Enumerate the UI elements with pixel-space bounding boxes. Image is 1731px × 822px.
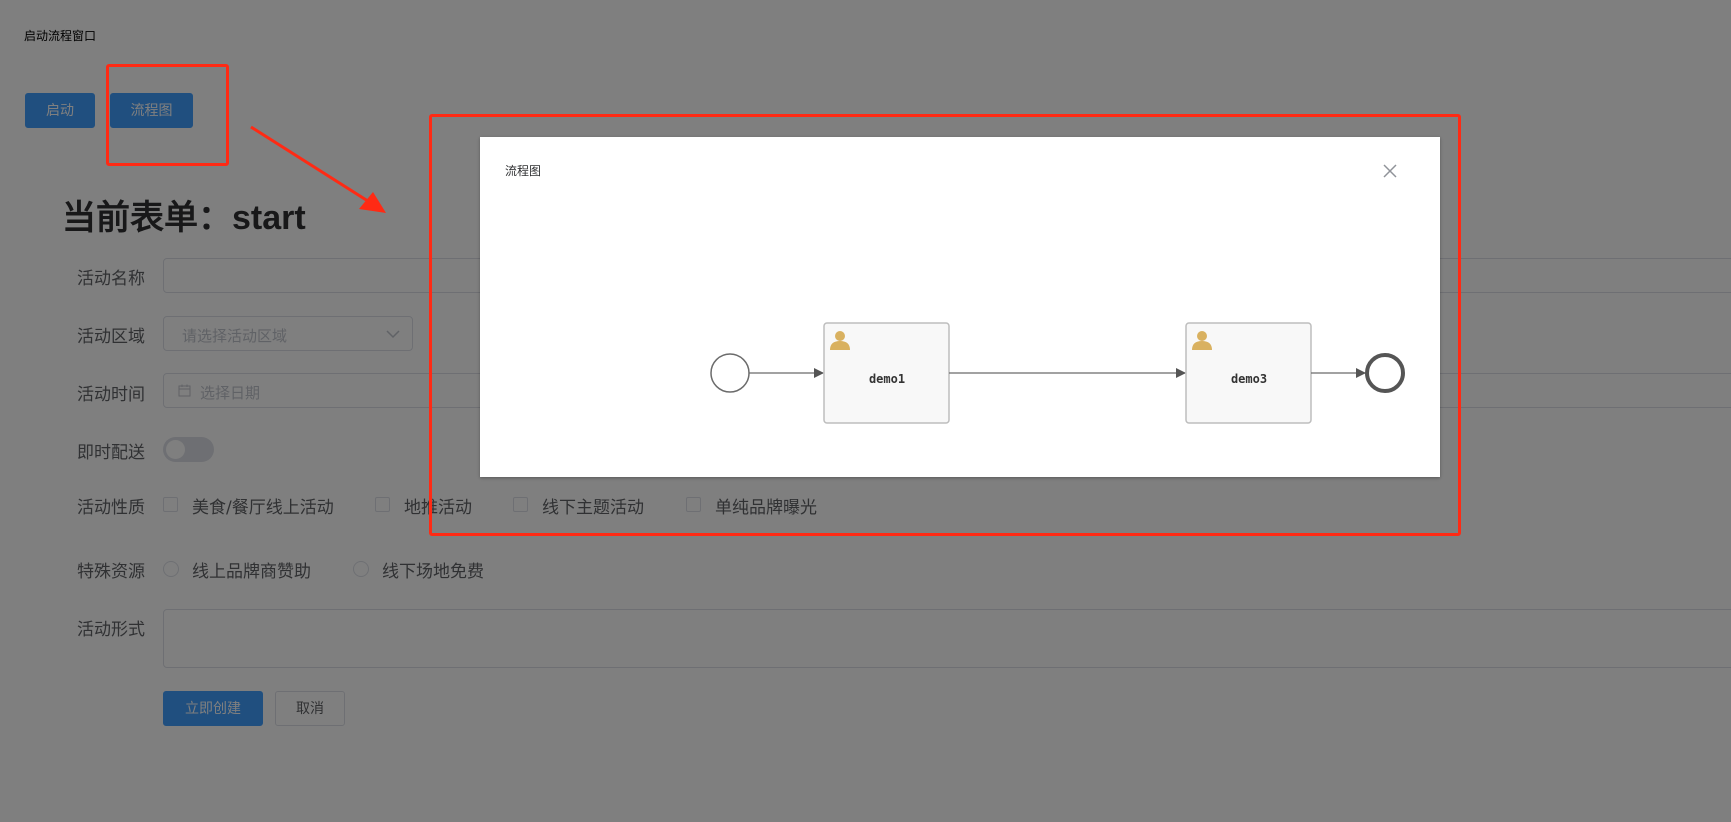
annotation-highlight-button — [106, 64, 229, 166]
annotation-highlight-dialog — [429, 114, 1461, 536]
